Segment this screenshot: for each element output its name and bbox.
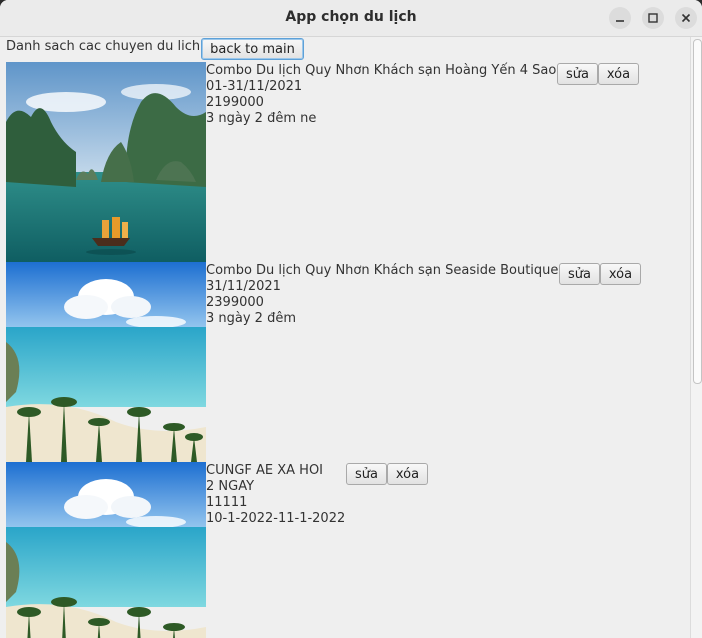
trip-info: Combo Du lịch Quy Nhơn Khách sạn Seaside… bbox=[206, 263, 558, 327]
trip-price: 2199000 bbox=[206, 95, 264, 110]
trip-price: 11111 bbox=[206, 495, 248, 510]
title-bar[interactable]: App chọn du lịch bbox=[0, 0, 702, 37]
delete-button[interactable]: xóa bbox=[598, 63, 639, 85]
trip-duration: 3 ngày 2 đêm bbox=[206, 311, 297, 326]
vertical-scrollbar[interactable] bbox=[690, 37, 702, 638]
trip-price: 2399000 bbox=[206, 295, 264, 310]
delete-button[interactable]: xóa bbox=[600, 263, 641, 285]
trip-date: 2 NGAY bbox=[206, 479, 255, 494]
trip-name: Combo Du lịch Quy Nhơn Khách sạn Seaside… bbox=[206, 263, 559, 278]
close-button[interactable] bbox=[675, 7, 697, 29]
window-title: App chọn du lịch bbox=[285, 9, 417, 25]
maximize-button[interactable] bbox=[642, 7, 664, 29]
trip-info: CUNGF AE XA HOI 2 NGAY 11111 10-1-2022-1… bbox=[206, 463, 345, 527]
trip-duration: 3 ngày 2 đêm ne bbox=[206, 111, 317, 126]
scrollbar-thumb[interactable] bbox=[693, 39, 702, 384]
trip-image-beach bbox=[6, 462, 206, 638]
trip-name: CUNGF AE XA HOI bbox=[206, 463, 324, 478]
edit-button[interactable]: sửa bbox=[557, 63, 598, 85]
edit-button[interactable]: sửa bbox=[559, 263, 600, 285]
back-to-main-button[interactable]: back to main bbox=[201, 38, 304, 60]
list-heading: Danh sach cac chuyen du lich bbox=[6, 39, 201, 54]
trip-info: Combo Du lịch Quy Nhơn Khách sạn Hoàng Y… bbox=[206, 63, 556, 127]
trip-date: 31/11/2021 bbox=[206, 279, 281, 294]
edit-button[interactable]: sửa bbox=[346, 463, 387, 485]
trip-list-panel: Danh sach cac chuyen du lich back to mai… bbox=[0, 37, 702, 638]
trip-date: 01-31/11/2021 bbox=[206, 79, 303, 94]
maximize-icon bbox=[648, 13, 658, 23]
minimize-button[interactable] bbox=[609, 7, 631, 29]
app-window: App chọn du lịch Danh sach cac chuyen du… bbox=[0, 0, 702, 638]
close-icon bbox=[681, 13, 691, 23]
minimize-icon bbox=[616, 20, 624, 22]
trip-duration: 10-1-2022-11-1-2022 bbox=[206, 511, 346, 526]
trip-image-ha-long-bay bbox=[6, 62, 206, 262]
trip-name: Combo Du lịch Quy Nhơn Khách sạn Hoàng Y… bbox=[206, 63, 557, 78]
trip-image-beach bbox=[6, 262, 206, 462]
delete-button[interactable]: xóa bbox=[387, 463, 428, 485]
